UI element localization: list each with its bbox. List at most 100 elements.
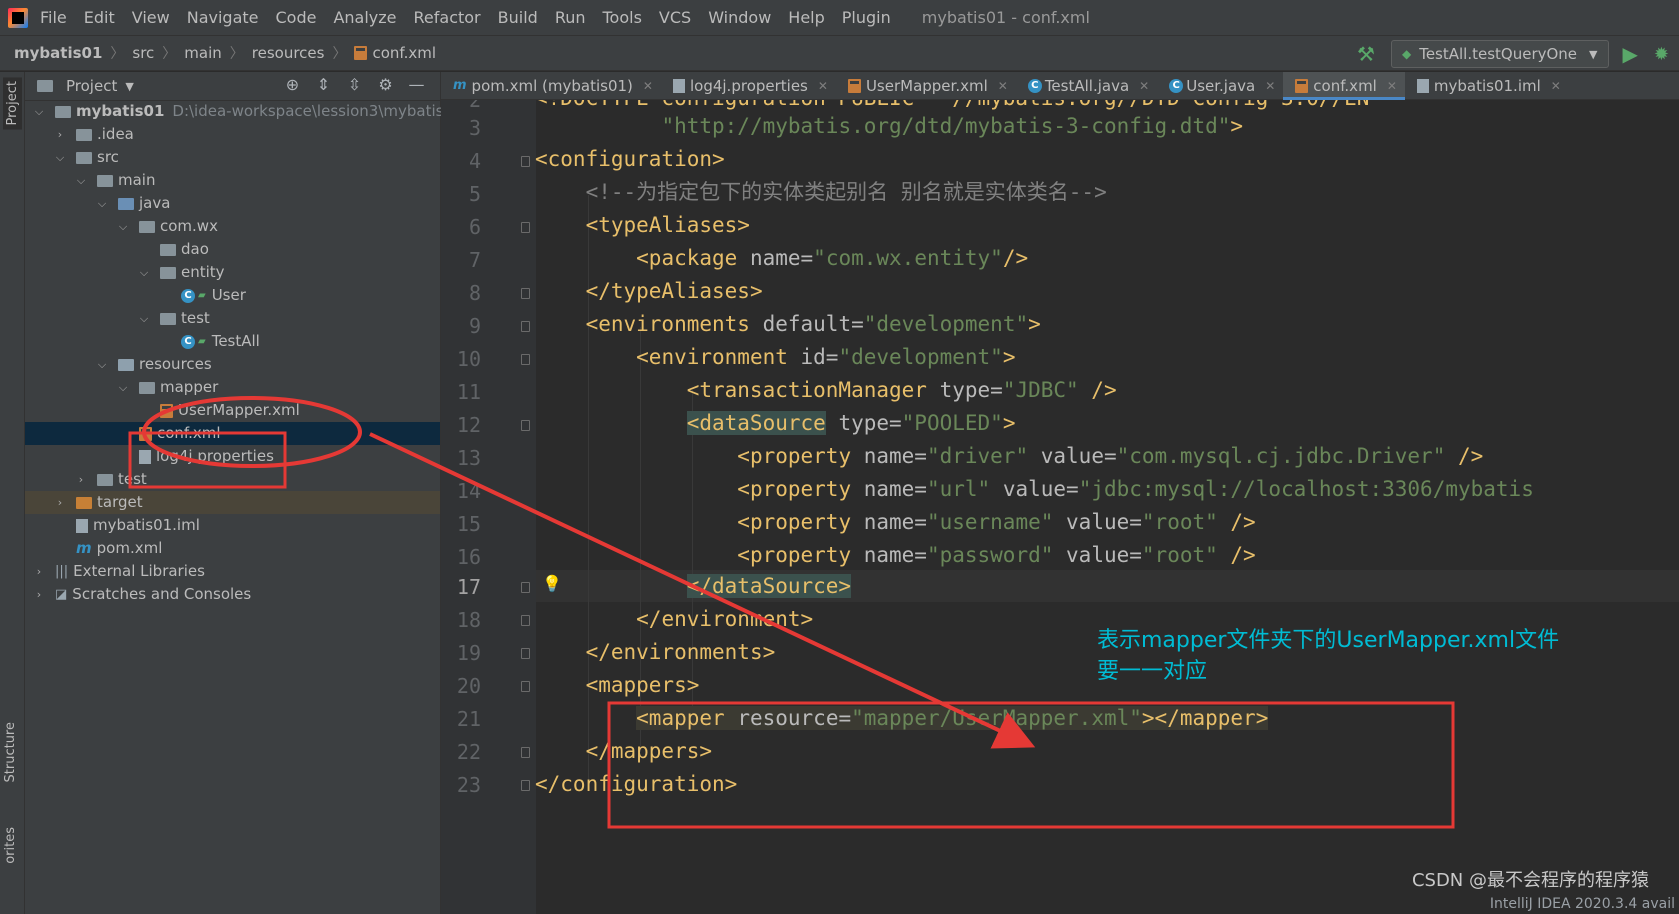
fold-marker-icon[interactable] <box>521 747 530 758</box>
hide-panel-icon[interactable]: — <box>401 75 432 94</box>
tree-item-test-package[interactable]: ⌵ test <box>25 307 440 330</box>
run-icon[interactable]: ▶ <box>1623 42 1638 66</box>
tree-item-mapper[interactable]: ⌵ mapper <box>25 376 440 399</box>
tree-item-dao[interactable]: dao <box>25 238 440 261</box>
chevron-right-icon[interactable]: › <box>54 491 66 514</box>
project-tool-tab[interactable]: Project <box>3 77 22 130</box>
run-configuration-select[interactable]: ◆ TestAll.testQueryOne ▼ <box>1390 40 1609 68</box>
fold-marker-icon[interactable] <box>521 321 530 332</box>
breadcrumb-main[interactable]: main <box>184 44 221 62</box>
chevron-right-icon[interactable]: › <box>33 560 45 583</box>
tab-mybatis01-iml[interactable]: mybatis01.iml ✕ <box>1405 72 1569 100</box>
chevron-down-icon[interactable]: ⌵ <box>138 307 150 330</box>
chevron-down-icon[interactable]: ⌵ <box>96 353 108 376</box>
tree-item-main[interactable]: ⌵ main <box>25 169 440 192</box>
class-icon: C <box>1027 78 1042 93</box>
menu-build[interactable]: Build <box>498 8 538 27</box>
menu-edit[interactable]: Edit <box>84 8 115 27</box>
tree-item-com-wx[interactable]: ⌵ com.wx <box>25 215 440 238</box>
chevron-down-icon[interactable]: ⌵ <box>75 169 87 192</box>
fold-marker-icon[interactable] <box>521 615 530 626</box>
fold-marker-icon[interactable] <box>521 288 530 299</box>
fold-marker-icon[interactable] <box>521 681 530 692</box>
chevron-right-icon[interactable]: › <box>33 583 45 606</box>
chevron-right-icon[interactable]: › <box>75 468 87 491</box>
close-icon[interactable]: ✕ <box>1139 79 1149 93</box>
menu-run[interactable]: Run <box>555 8 586 27</box>
fold-marker-icon[interactable] <box>521 354 530 365</box>
collapse-all-icon[interactable]: ⇳ <box>339 75 370 94</box>
tab-conf-xml[interactable]: conf.xml ✕ <box>1283 71 1405 100</box>
menu-help[interactable]: Help <box>788 8 824 27</box>
tree-item-log4j-properties[interactable]: log4j.properties <box>25 445 440 468</box>
tab-testall-java[interactable]: C TestAll.java ✕ <box>1016 72 1157 100</box>
chevron-down-icon[interactable]: ⌵ <box>138 261 150 284</box>
tab-usermapper-xml[interactable]: UserMapper.xml ✕ <box>836 72 1016 100</box>
code-line-8: </typeAliases> <box>535 275 763 307</box>
xml-file-icon <box>1295 78 1309 93</box>
chevron-right-icon[interactable]: › <box>54 123 66 146</box>
tree-item-idea[interactable]: › .idea <box>25 123 440 146</box>
close-icon[interactable]: ✕ <box>998 79 1008 93</box>
breadcrumb-src[interactable]: src <box>132 44 154 62</box>
menu-window[interactable]: Window <box>708 8 771 27</box>
fold-marker-icon[interactable] <box>521 648 530 659</box>
fold-marker-icon[interactable] <box>521 582 530 593</box>
menu-navigate[interactable]: Navigate <box>187 8 259 27</box>
tree-item-external-libraries[interactable]: › ||| External Libraries <box>25 560 440 583</box>
fold-marker-icon[interactable] <box>521 780 530 791</box>
menu-plugin[interactable]: Plugin <box>842 8 891 27</box>
breadcrumb-project[interactable]: mybatis01 <box>14 44 102 62</box>
menu-vcs[interactable]: VCS <box>659 8 691 27</box>
chevron-down-icon[interactable]: ⌵ <box>117 215 129 238</box>
menu-file[interactable]: File <box>40 8 67 27</box>
close-icon[interactable]: ✕ <box>1265 79 1275 93</box>
tree-item-mybatis01-iml[interactable]: mybatis01.iml <box>25 514 440 537</box>
menu-refactor[interactable]: Refactor <box>414 8 481 27</box>
tree-item-java[interactable]: ⌵ java <box>25 192 440 215</box>
breadcrumb-resources[interactable]: resources <box>252 44 325 62</box>
code-editor[interactable]: 2 3 4 5 6 7 8 9 10 11 12 13 14 15 16 17 … <box>441 100 1679 914</box>
breadcrumb-conf-xml[interactable]: conf.xml <box>372 44 436 62</box>
tree-item-pom-xml[interactable]: m pom.xml <box>25 537 440 560</box>
tab-user-java[interactable]: C User.java ✕ <box>1157 72 1283 100</box>
tree-item-mybatis01[interactable]: ⌵ mybatis01 D:\idea-workspace\lession3\m… <box>25 100 463 123</box>
menu-view[interactable]: View <box>132 8 170 27</box>
structure-tool-tab[interactable]: Structure <box>3 722 18 782</box>
fold-marker-icon[interactable] <box>521 156 530 167</box>
tab-log4j-properties[interactable]: log4j.properties ✕ <box>661 72 836 100</box>
close-icon[interactable]: ✕ <box>643 79 653 93</box>
locate-target-icon[interactable]: ⊕ <box>277 75 308 94</box>
tree-item-target[interactable]: › target <box>25 491 440 514</box>
menu-analyze[interactable]: Analyze <box>333 8 396 27</box>
debug-bug-icon[interactable]: ✹ <box>1654 44 1669 65</box>
tab-pom-xml[interactable]: m pom.xml (mybatis01) ✕ <box>441 72 661 100</box>
close-icon[interactable]: ✕ <box>1387 79 1397 93</box>
close-icon[interactable]: ✕ <box>1551 79 1561 93</box>
favorites-tool-tab[interactable]: orites <box>3 827 18 864</box>
build-hammer-icon[interactable]: ⚒ <box>1357 42 1375 66</box>
chevron-down-icon[interactable]: ⌵ <box>33 100 45 123</box>
source-folder-icon <box>118 197 134 210</box>
expand-all-icon[interactable]: ⇕ <box>308 75 339 94</box>
chevron-down-icon[interactable]: ⌵ <box>96 192 108 215</box>
close-icon[interactable]: ✕ <box>818 79 828 93</box>
tree-item-test-folder[interactable]: › test <box>25 468 440 491</box>
chevron-down-icon[interactable]: ⌵ <box>54 146 66 169</box>
chevron-down-icon[interactable]: ▼ <box>125 80 133 93</box>
tree-item-testall[interactable]: C ▰ TestAll <box>25 330 440 353</box>
menu-tools[interactable]: Tools <box>603 8 642 27</box>
tree-item-conf-xml[interactable]: conf.xml <box>25 422 440 445</box>
tree-item-resources[interactable]: ⌵ resources <box>25 353 440 376</box>
tree-item-user[interactable]: C ▰ User <box>25 284 440 307</box>
gear-icon[interactable]: ⚙ <box>370 75 401 94</box>
chevron-down-icon[interactable]: ⌵ <box>117 376 129 399</box>
fold-marker-icon[interactable] <box>521 420 530 431</box>
fold-marker-icon[interactable] <box>521 222 530 233</box>
tree-item-entity[interactable]: ⌵ entity <box>25 261 440 284</box>
project-view-selector[interactable]: Project <box>66 77 117 95</box>
menu-code[interactable]: Code <box>276 8 317 27</box>
tree-item-src[interactable]: ⌵ src <box>25 146 440 169</box>
tree-item-usermapper-xml[interactable]: UserMapper.xml <box>25 399 440 422</box>
tree-item-scratches[interactable]: › ◪ Scratches and Consoles <box>25 583 440 606</box>
